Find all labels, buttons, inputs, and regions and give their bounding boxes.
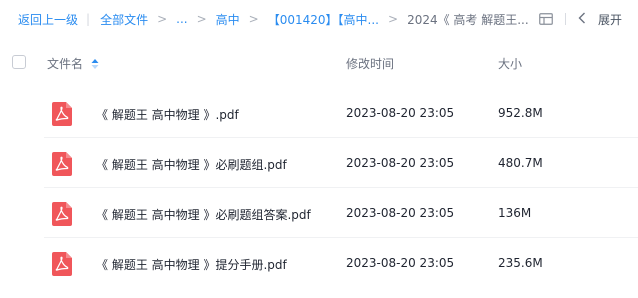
- chevron-right-icon: >: [388, 12, 399, 26]
- file-list: 《 解题王 高中物理 》.pdf 2023-08-20 23:05 952.8M…: [0, 88, 638, 288]
- breadcrumb: 返回上一级 | 全部文件 > ... > 高中 > 【001420】【高中...…: [18, 8, 529, 30]
- table-row[interactable]: 《 解题王 高中物理 》提分手册.pdf 2023-08-20 23:05 23…: [0, 238, 638, 288]
- breadcrumb-high-school[interactable]: 高中: [216, 11, 240, 28]
- file-modified: 2023-08-20 23:05: [346, 156, 455, 170]
- file-name[interactable]: 《 解题王 高中物理 》.pdf: [96, 106, 239, 123]
- breadcrumb-current: 2024《 高考 解题王...: [407, 12, 529, 27]
- back-link[interactable]: 返回上一级: [18, 11, 78, 28]
- file-size: 480.7M: [498, 156, 543, 170]
- expand-label: 展开: [597, 12, 622, 27]
- breadcrumb-divider: |: [86, 12, 91, 26]
- breadcrumb-folder[interactable]: 【001420】【高中...: [268, 11, 379, 28]
- file-name[interactable]: 《 解题王 高中物理 》必刷题组.pdf: [96, 156, 287, 173]
- file-modified: 2023-08-20 23:05: [346, 206, 455, 220]
- table-row[interactable]: 《 解题王 高中物理 》.pdf 2023-08-20 23:05 952.8M: [0, 88, 638, 138]
- header-size[interactable]: 大小: [498, 55, 522, 72]
- table-row[interactable]: 《 解题王 高中物理 》必刷题组答案.pdf 2023-08-20 23:05 …: [0, 188, 638, 238]
- chevron-right-icon: >: [196, 12, 207, 26]
- pdf-file-icon: [52, 152, 72, 176]
- table-row[interactable]: 《 解题王 高中物理 》必刷题组.pdf 2023-08-20 23:05 48…: [0, 138, 638, 188]
- chevron-right-icon: >: [157, 12, 168, 26]
- select-all-checkbox[interactable]: [12, 55, 26, 69]
- breadcrumb-ellipsis[interactable]: ...: [176, 12, 187, 26]
- file-name[interactable]: 《 解题王 高中物理 》提分手册.pdf: [96, 256, 287, 273]
- file-name[interactable]: 《 解题王 高中物理 》必刷题组答案.pdf: [96, 206, 311, 223]
- file-size: 235.6M: [498, 256, 543, 270]
- header-name[interactable]: 文件名: [47, 55, 99, 72]
- pdf-file-icon: [52, 202, 72, 226]
- pdf-file-icon: [52, 252, 72, 276]
- file-browser: 返回上一级 | 全部文件 > ... > 高中 > 【001420】【高中...…: [0, 0, 638, 298]
- breadcrumb-all-files[interactable]: 全部文件: [100, 11, 148, 28]
- chevron-right-icon: >: [248, 12, 259, 26]
- file-size: 952.8M: [498, 106, 543, 120]
- table-header: 文件名 修改时间 大小: [0, 45, 638, 81]
- header-modified[interactable]: 修改时间: [346, 55, 394, 72]
- toolbar-divider: [564, 13, 566, 25]
- chevron-left-icon: [578, 12, 586, 27]
- header-name-label: 文件名: [47, 57, 84, 71]
- file-size: 136M: [498, 206, 532, 220]
- table-layout-icon[interactable]: [539, 13, 553, 25]
- file-modified: 2023-08-20 23:05: [346, 106, 455, 120]
- file-modified: 2023-08-20 23:05: [346, 256, 455, 270]
- pdf-file-icon: [52, 102, 72, 126]
- toolbar: 展开: [539, 8, 622, 30]
- sort-icon[interactable]: [91, 58, 99, 70]
- expand-button[interactable]: 展开: [578, 11, 622, 28]
